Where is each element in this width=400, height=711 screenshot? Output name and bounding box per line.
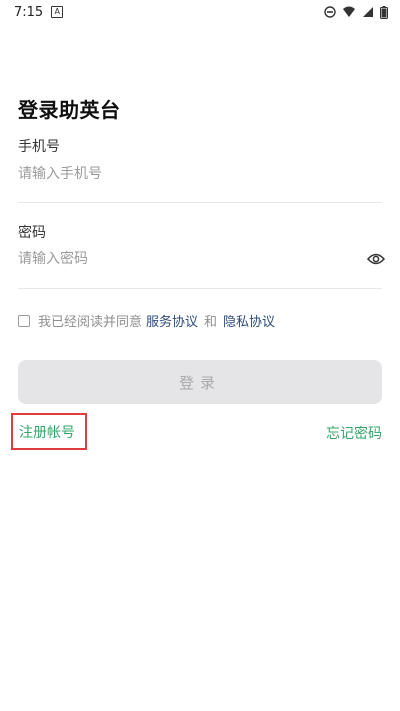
status-bar-right — [324, 5, 388, 19]
phone-input[interactable] — [18, 160, 363, 188]
agreement-row: 我已经阅读并同意 服务协议 和 隐私协议 — [18, 311, 279, 330]
password-divider — [18, 288, 382, 289]
cell-signal-icon — [363, 7, 373, 17]
app-notification-icon: A — [51, 6, 64, 18]
password-label: 密码 — [18, 225, 46, 241]
login-button-label: 登录 — [178, 373, 221, 392]
eye-icon[interactable] — [366, 250, 386, 268]
register-account-label: 注册帐号 — [19, 424, 75, 441]
service-agreement-link[interactable]: 服务协议 — [146, 311, 198, 330]
login-screen: 7:15 A 登录助英台 手机号 密码 — [0, 0, 400, 711]
phone-divider — [18, 202, 382, 203]
page-title: 登录助英台 — [18, 98, 121, 122]
register-account-link[interactable]: 注册帐号 — [11, 413, 87, 450]
agreement-checkbox[interactable] — [18, 314, 30, 327]
status-bar-left: 7:15 A — [14, 4, 64, 20]
phone-label: 手机号 — [18, 139, 60, 155]
wifi-icon — [343, 6, 355, 17]
privacy-agreement-link[interactable]: 隐私协议 — [223, 311, 275, 330]
dnd-icon — [324, 6, 336, 18]
status-time: 7:15 — [14, 4, 44, 20]
password-input[interactable] — [18, 245, 348, 273]
agreement-text: 我已经阅读并同意 — [38, 315, 143, 330]
status-bar: 7:15 A — [0, 0, 400, 24]
forgot-password-link[interactable]: 忘记密码 — [326, 423, 382, 443]
agreement-and-text: 和 — [204, 315, 218, 330]
battery-icon — [380, 5, 388, 19]
login-button[interactable]: 登录 — [18, 360, 382, 404]
